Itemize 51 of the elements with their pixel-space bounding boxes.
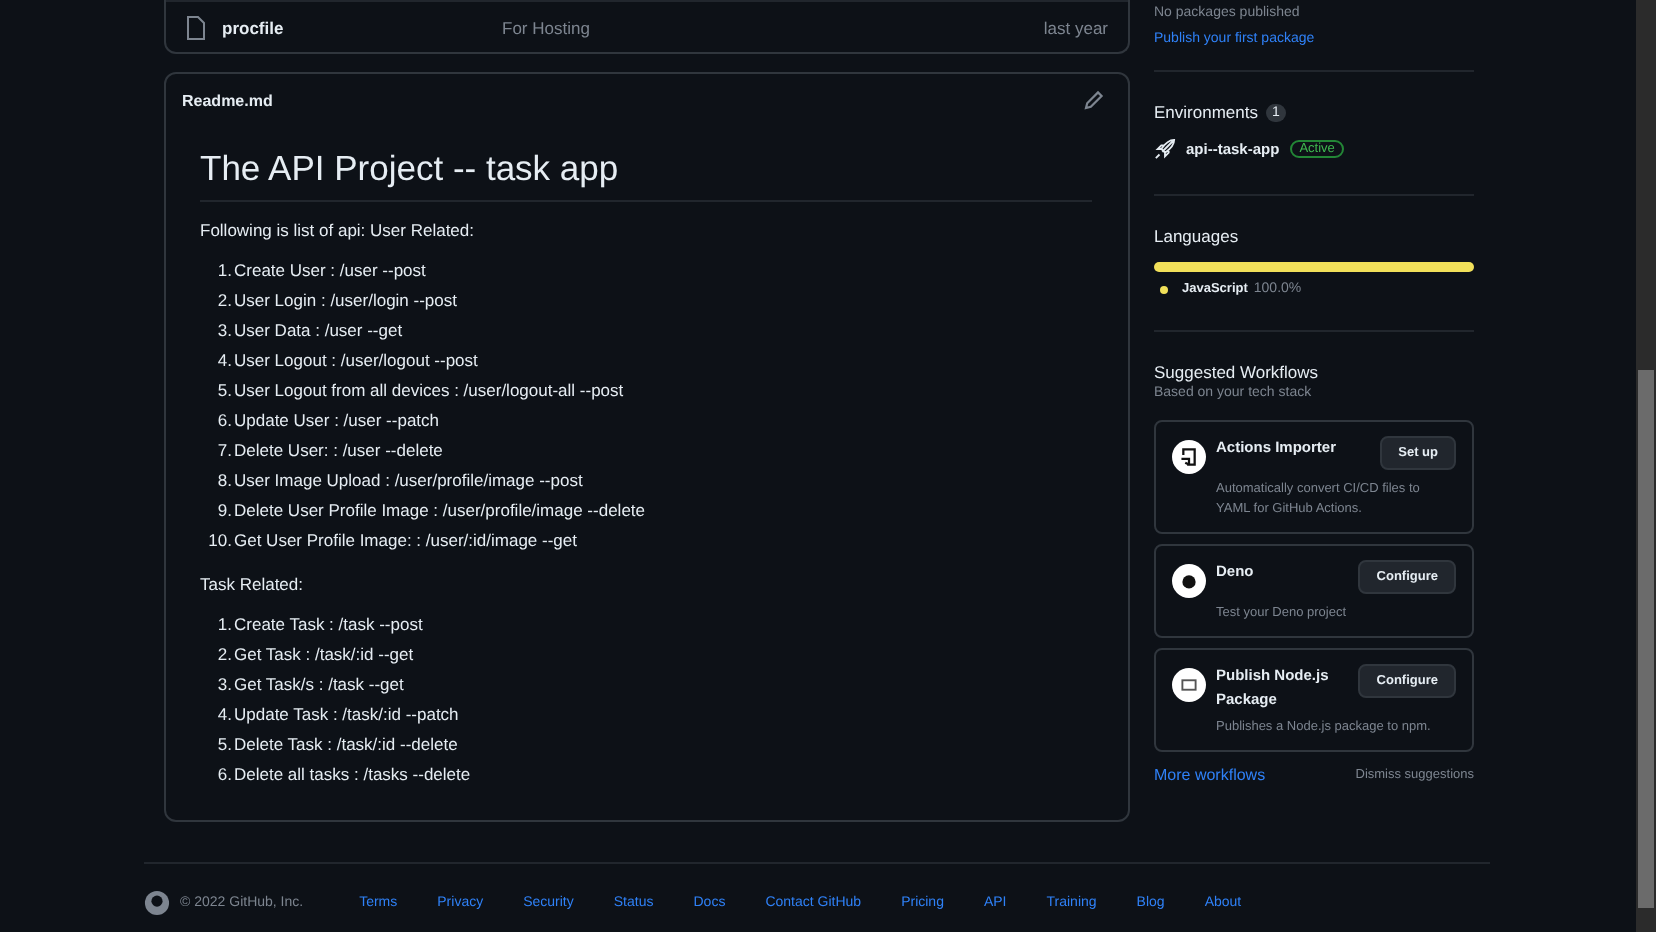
list-item-text: Create Task : /task --post [234,612,423,638]
list-item-text: Update User : /user --patch [234,408,440,434]
list-number: 1. [215,258,232,284]
list-number: 3. [215,318,232,344]
list-item-text: User Login : /user/login --post [234,288,457,314]
list-item-text: User Data : /user --get [234,318,403,344]
list-number: 9. [215,498,232,524]
import-icon [1172,440,1206,474]
section-intro: Task Related: [200,572,305,598]
list-number: 5. [215,732,232,758]
list-number: 6. [215,762,232,788]
section-title: Suggested Workflows [1154,362,1319,382]
readme-filename: Readme.md [182,91,273,109]
list-item-text: User Image Upload : /user/profile/image --post [234,468,583,494]
list-number: 2. [215,642,232,668]
file-icon [186,15,206,39]
list-number: 3. [215,672,232,698]
list-item-text: Update Task : /task/:id --patch [234,702,459,728]
file-name[interactable]: procfile [222,17,502,37]
scrollbar-thumb[interactable] [1638,370,1654,908]
commit-message[interactable]: For Hosting [502,17,1044,37]
list-number: 1. [215,612,232,638]
list-item-text: Delete User Profile Image : /user/profile/image --delete [234,498,646,524]
rocket-icon [1154,138,1176,160]
list-number: 5. [215,378,232,404]
octocat-logo-icon[interactable] [144,890,170,916]
list-number: 2. [215,288,232,314]
scrollbar[interactable] [1636,0,1656,932]
list-item-text: Delete all tasks : /tasks --delete [234,762,471,788]
list-item-text: User Logout from all devices : /user/logout-all --post [234,378,624,404]
commit-time: last year [1043,17,1108,37]
list-number: 8. [215,468,232,494]
section-intro: Following is list of api: User Related: [200,218,477,244]
section-title: Languages [1154,226,1239,246]
list-number: 4. [215,702,232,728]
list-item-text: Delete Task : /task/:id --delete [234,732,458,758]
section-title: Environments [1154,102,1258,122]
list-item-text: User Logout : /user/logout --post [234,348,478,374]
list-number: 10. [208,528,232,554]
pencil-icon[interactable] [1084,90,1104,110]
list-number: 4. [215,348,232,374]
list-item-text: Get Task : /task/:id --get [234,642,414,668]
list-item-text: Delete User: : /user --delete [234,438,443,464]
list-item-text: Get Task/s : /task --get [234,672,404,698]
list-item-text: Create User : /user --post [234,258,426,284]
list-item-text: Get User Profile Image: : /user/:id/image --get [234,528,577,554]
list-number: 6. [215,408,232,434]
readme-title: The API Project -- task app [200,130,1092,202]
box-icon [1172,668,1206,702]
more-workflows-link[interactable]: More workflows [1154,766,1266,784]
list-number: 7. [215,438,232,464]
